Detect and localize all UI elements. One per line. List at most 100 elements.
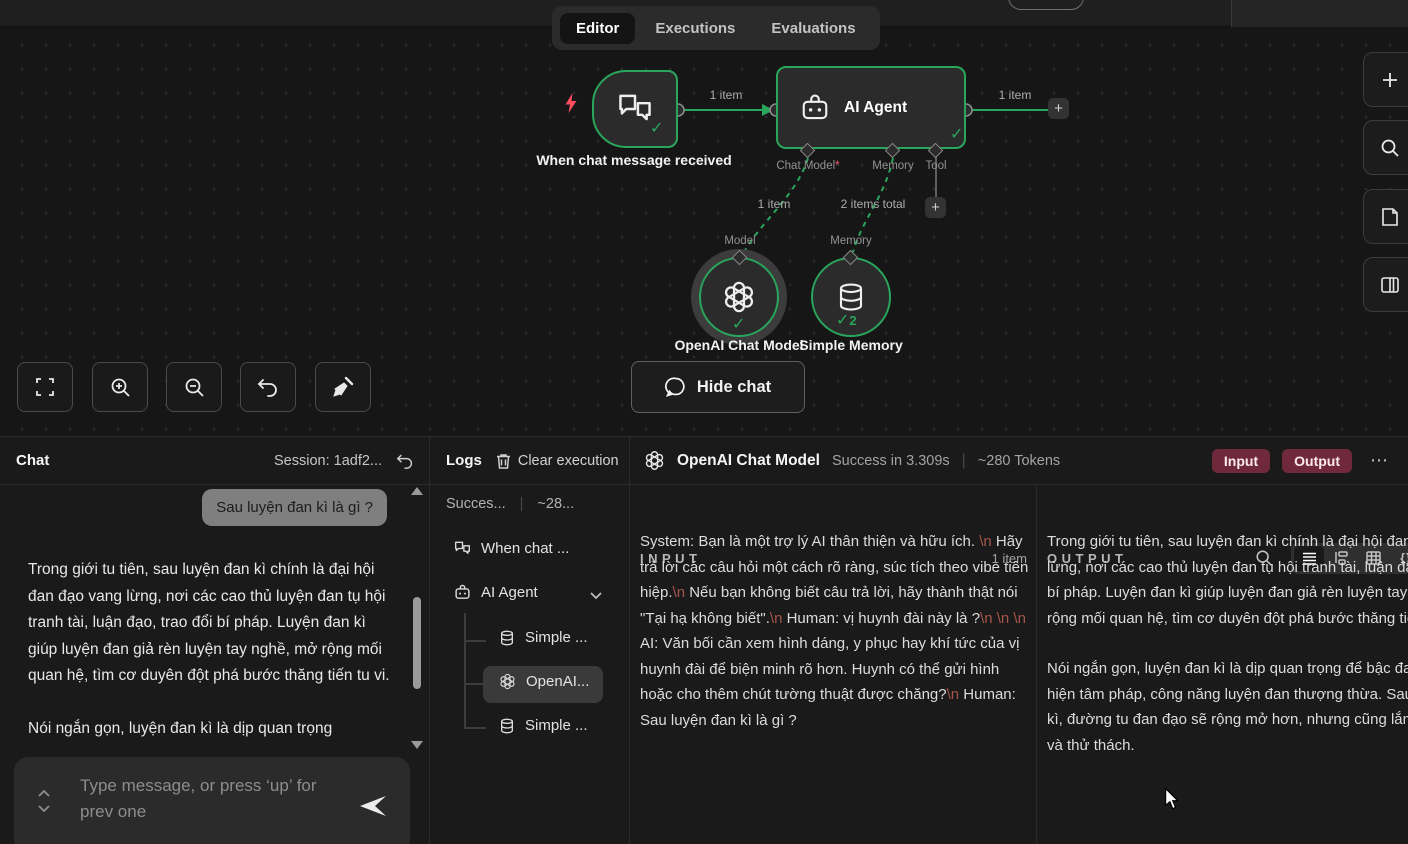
tab-editor[interactable]: Editor (560, 13, 635, 44)
zoom-to-fit-button[interactable] (17, 362, 73, 412)
chat-user-message: Sau luyện đan kì là gì ? (202, 489, 387, 526)
robot-icon (800, 93, 830, 123)
log-item-when-chat[interactable]: When chat ... (454, 540, 569, 557)
top-bar-divider (1231, 0, 1232, 27)
execution-status: Succes... (446, 496, 506, 512)
scrollbar-thumb[interactable] (413, 597, 421, 689)
chat-session-label: Session: 1adf2... (274, 453, 382, 469)
edge-count-label: 1 item (744, 197, 804, 211)
openai-logo-icon (499, 673, 516, 690)
database-icon (499, 718, 515, 734)
node-ai-agent[interactable]: AI Agent ✓ (776, 66, 966, 149)
save-button-fragment[interactable] (1008, 0, 1084, 10)
robot-icon (454, 584, 471, 601)
logs-panel-header: Logs Clear execution (430, 437, 630, 485)
tab-executions[interactable]: Executions (639, 13, 751, 44)
input-column: INPUT 1 item System: Bạn là một trợ lý A… (630, 485, 1037, 844)
hide-chat-button[interactable]: Hide chat (631, 361, 805, 413)
n8n-workflow-editor: Editor Executions Evaluations ✓ When cha… (0, 0, 1408, 844)
top-bar-right-section (1232, 0, 1408, 27)
chat-message-input[interactable] (78, 771, 353, 835)
edge-count-label: 1 item (985, 88, 1045, 102)
memory-node-label: Simple Memory (766, 337, 936, 353)
prev-next-message-arrows[interactable] (38, 789, 50, 813)
chat-bubble-icon (665, 376, 687, 398)
memory-run-count-badge: ✓2 (836, 310, 866, 330)
input-json-text[interactable]: System: Bạn là một trợ lý AI thân thiện … (640, 529, 1030, 733)
add-tool-button[interactable]: + (925, 197, 946, 218)
node-detail-panel: OpenAI Chat Model Success in 3.309s | ~2… (630, 437, 1408, 844)
execution-tokens: ~28... (537, 496, 574, 512)
database-icon (499, 630, 515, 646)
logs-title: Logs (446, 452, 482, 469)
hide-chat-label: Hide chat (697, 378, 771, 397)
log-item-ai-agent[interactable]: AI Agent (454, 584, 538, 601)
reset-session-icon[interactable] (396, 453, 414, 469)
scrollbar-up-arrow[interactable] (411, 487, 423, 495)
chat-bubbles-icon (617, 93, 653, 125)
detail-panel-header: OpenAI Chat Model Success in 3.309s | ~2… (630, 437, 1408, 485)
undo-button[interactable] (240, 362, 296, 412)
send-icon (358, 793, 388, 819)
node-when-chat-message-received[interactable]: ✓ (592, 70, 678, 148)
zoom-out-button[interactable] (166, 362, 222, 412)
log-item-simple-memory-1[interactable]: Simple ... (499, 629, 588, 646)
detail-tokens: ~280 Tokens (978, 453, 1060, 469)
zoom-in-button[interactable] (92, 362, 148, 412)
port-chat-model-label: Chat Model* (758, 160, 858, 172)
memory-port-label: Memory (821, 235, 881, 247)
chat-title: Chat (16, 452, 49, 469)
port-tool-label: Tool (916, 160, 956, 172)
node-success-check-icon: ✓ (950, 124, 963, 144)
log-item-openai-chat-model[interactable]: OpenAI... (499, 673, 589, 690)
output-text[interactable]: Trong giới tu tiên, sau luyện đan kì chí… (1047, 529, 1408, 758)
clear-execution-label: Clear execution (518, 453, 619, 469)
split-panel-rail-button[interactable] (1363, 257, 1408, 312)
openai-logo-icon (644, 450, 665, 471)
edge-count-label: 1 item (696, 88, 756, 102)
logs-panel: Logs Clear execution Succes... | ~28... … (430, 437, 630, 844)
sticky-note-rail-button[interactable] (1363, 189, 1408, 244)
bottom-dock: Chat Session: 1adf2... Sau luyện đan kì … (0, 436, 1408, 844)
tree-guide-elbow (464, 683, 486, 685)
execution-summary-row[interactable]: Succes... | ~28... (446, 496, 574, 512)
node-success-check-icon: ✓ (732, 314, 745, 334)
send-message-button[interactable] (358, 793, 388, 819)
model-port-label: Model (710, 235, 770, 247)
search-rail-button[interactable] (1363, 120, 1408, 175)
input-filter-button[interactable]: Input (1212, 449, 1270, 473)
chat-input-box (14, 757, 410, 844)
node-success-check-icon: ✓ (650, 118, 663, 138)
edge-count-label: 2 items total (823, 197, 923, 211)
add-node-button[interactable]: + (1048, 98, 1069, 119)
chat-panel: Chat Session: 1adf2... Sau luyện đan kì … (0, 437, 430, 844)
output-column: OUTPUT { } (1037, 485, 1408, 844)
chat-ai-message: Trong giới tu tiên, sau luyện đan kì chí… (28, 557, 394, 742)
trigger-pin-icon (563, 92, 579, 114)
mouse-cursor (1163, 788, 1181, 810)
tidy-up-button[interactable] (315, 362, 371, 412)
tab-evaluations[interactable]: Evaluations (755, 13, 871, 44)
agent-node-title: AI Agent (844, 99, 907, 117)
add-node-rail-button[interactable] (1363, 52, 1408, 107)
port-memory-label: Memory (863, 160, 923, 172)
chat-scrollbar[interactable] (410, 487, 425, 749)
output-filter-button[interactable]: Output (1282, 449, 1352, 473)
log-item-simple-memory-2[interactable]: Simple ... (499, 717, 588, 734)
trash-icon (496, 453, 511, 469)
database-icon (836, 282, 866, 312)
tree-guide-elbow (464, 727, 486, 729)
tree-guide-line (464, 613, 466, 728)
more-options-button[interactable]: ⋯ (1364, 450, 1394, 471)
detail-status: Success in 3.309s (832, 453, 950, 469)
chevron-up-icon (38, 789, 50, 797)
scrollbar-down-arrow[interactable] (411, 741, 423, 749)
chat-panel-header: Chat Session: 1adf2... (0, 437, 430, 485)
chevron-down-icon (38, 805, 50, 813)
openai-logo-icon (722, 280, 756, 314)
view-tabs: Editor Executions Evaluations (552, 6, 880, 50)
clear-execution-button[interactable]: Clear execution (496, 453, 619, 469)
chevron-down-icon[interactable] (590, 592, 602, 600)
tree-guide-elbow (464, 640, 486, 642)
trigger-node-label: When chat message received (534, 152, 734, 168)
